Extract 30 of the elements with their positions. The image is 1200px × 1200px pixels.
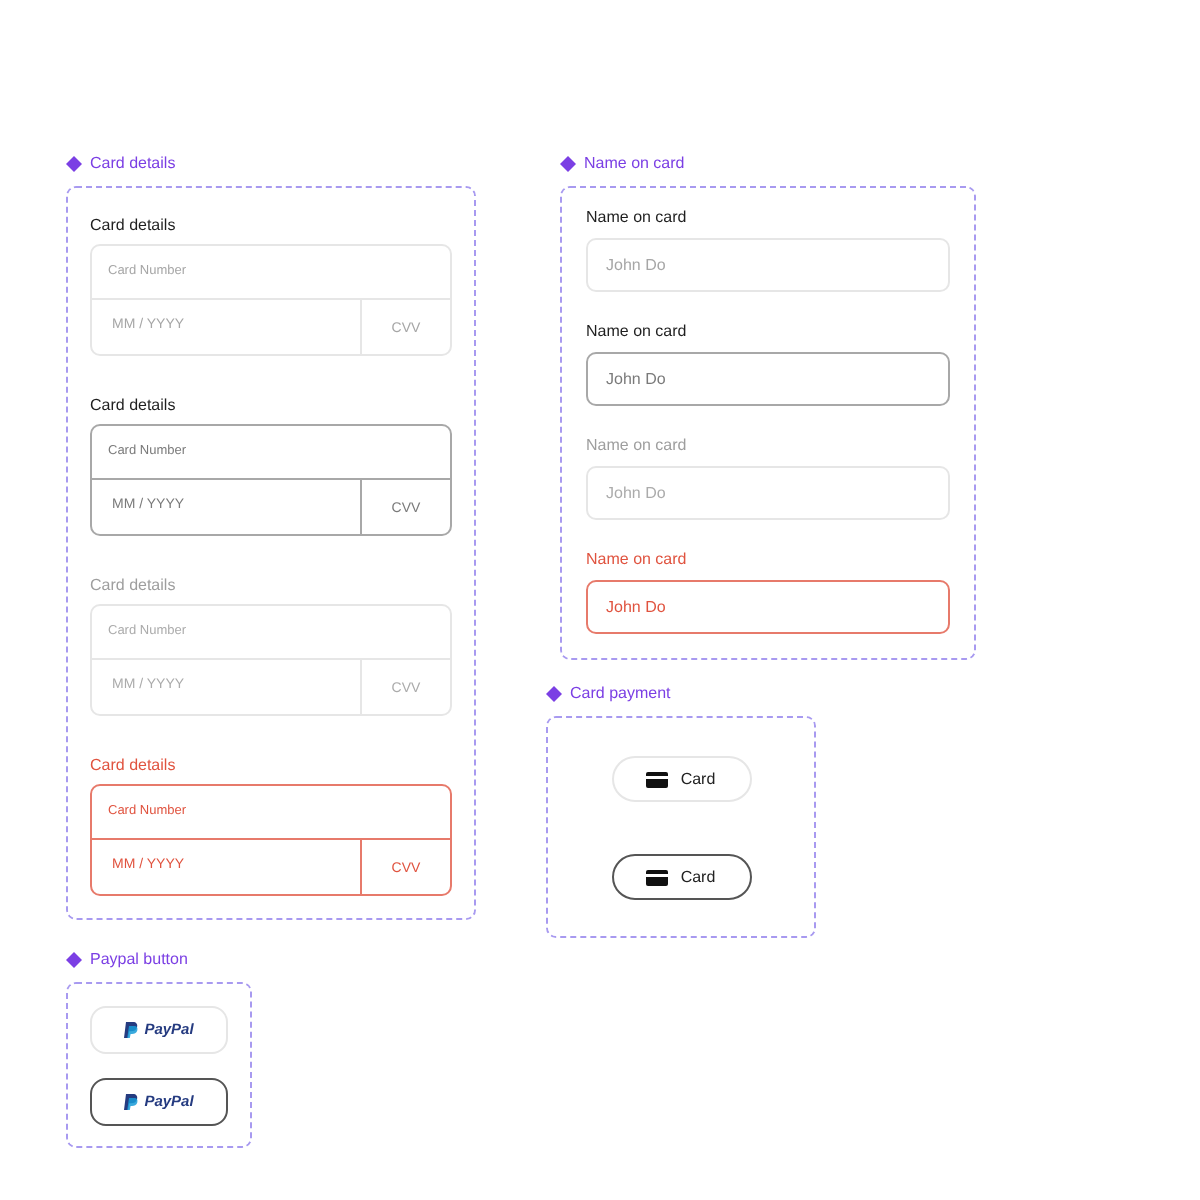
component-icon: [546, 686, 562, 702]
name-field[interactable]: John Do: [586, 466, 950, 520]
name-placeholder: John Do: [606, 367, 666, 391]
name-field[interactable]: John Do: [586, 352, 950, 406]
paypal-p-icon: [124, 1022, 139, 1038]
name-field[interactable]: John Do: [586, 580, 950, 634]
field-label: Name on card: [586, 322, 689, 342]
paypal-p-icon: [124, 1094, 139, 1110]
frame-title: Card payment: [570, 686, 671, 702]
frame-title: Card details: [90, 156, 176, 172]
credit-card-icon: [646, 869, 669, 885]
name-placeholder: John Do: [606, 481, 666, 505]
credit-card-icon: [646, 771, 669, 787]
name-placeholder: John Do: [606, 253, 666, 277]
field-label: Card details: [90, 756, 178, 776]
field-label: Name on card: [586, 436, 689, 456]
frame-title: Name on card: [584, 156, 685, 172]
name-placeholder: John Do: [606, 595, 666, 619]
name-field[interactable]: John Do: [586, 238, 950, 292]
field-label: Card details: [90, 576, 178, 596]
component-icon: [66, 156, 82, 172]
frame-title: Paypal button: [90, 952, 188, 968]
field-label: Name on card: [586, 208, 689, 228]
field-label: Card details: [90, 396, 178, 416]
card-payment-button[interactable]: Card: [611, 756, 751, 802]
component-icon: [560, 156, 576, 172]
component-icon: [66, 952, 82, 968]
field-label: Name on card: [586, 550, 689, 570]
card-payment-button[interactable]: Card: [611, 854, 751, 900]
field-label: Card details: [90, 216, 178, 236]
